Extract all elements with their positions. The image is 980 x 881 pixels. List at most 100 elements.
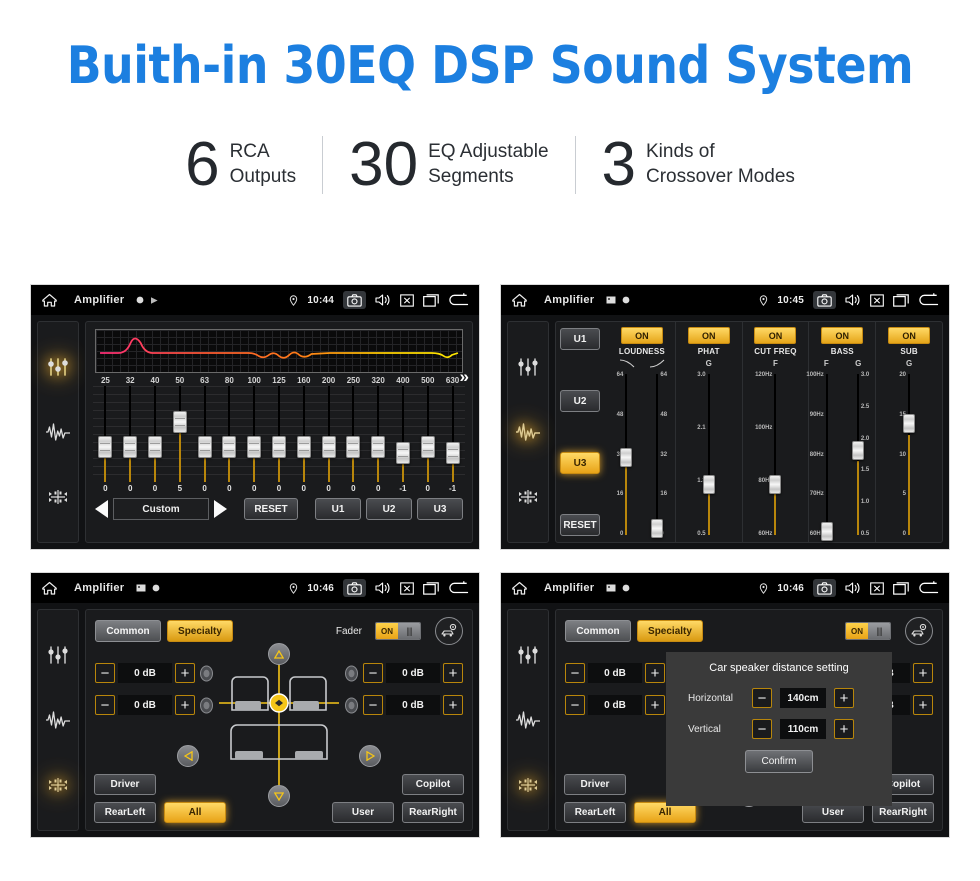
slider-knob[interactable] [620,447,633,467]
nav-up-button[interactable] [268,643,290,665]
car-settings-button[interactable] [905,617,933,645]
slider-knob[interactable] [346,435,361,458]
volume-icon[interactable] [845,581,861,595]
slider-knob[interactable] [420,435,435,458]
eq-slider[interactable] [266,386,292,482]
confirm-button[interactable]: Confirm [745,750,813,773]
recent-apps-icon[interactable] [423,581,439,595]
slider-knob[interactable] [271,435,286,458]
slider-knob[interactable] [769,474,782,494]
close-box-icon[interactable] [400,293,414,307]
camera-icon[interactable] [343,291,366,309]
sidebar-item-fader[interactable] [516,775,540,795]
preset-next-button[interactable] [214,500,227,518]
decrease-button[interactable]: − [363,663,383,683]
slider-knob[interactable] [172,410,187,433]
increase-button[interactable]: + [645,695,665,715]
decrease-button[interactable]: − [95,695,115,715]
toggle-on-button[interactable]: ON [687,327,730,344]
sidebar-item-equalizer[interactable] [47,357,69,377]
slider-knob[interactable] [395,441,410,464]
preset-u2-button[interactable]: U2 [366,498,412,520]
dsp-slider[interactable]: 120Hz 100Hz 80Hz 60Hz [755,370,791,539]
home-icon[interactable] [511,293,528,308]
eq-slider[interactable] [167,386,193,482]
fader-toggle[interactable]: ON |||| [845,622,891,640]
slider-knob[interactable] [123,435,138,458]
preset-rearleft-button[interactable]: RearLeft [564,802,626,823]
decrease-button[interactable]: − [565,663,585,683]
preset-u2-button[interactable]: U2 [560,390,600,412]
back-arrow-icon[interactable] [448,293,469,307]
slider-knob[interactable] [445,441,460,464]
increase-button[interactable]: + [834,719,854,739]
decrease-button[interactable]: − [752,719,772,739]
close-box-icon[interactable] [870,581,884,595]
home-icon[interactable] [41,293,58,308]
eq-slider[interactable] [93,386,118,482]
car-seat-diagram[interactable] [219,655,339,797]
eq-slider[interactable] [241,386,267,482]
increase-button[interactable]: + [913,663,933,683]
slider-knob[interactable] [247,435,262,458]
preset-copilot-button[interactable]: Copilot [402,774,464,795]
preset-u3-button[interactable]: U3 [417,498,463,520]
increase-button[interactable]: + [443,695,463,715]
sidebar-item-fader[interactable] [46,487,70,507]
decrease-button[interactable]: − [95,663,115,683]
eq-slider[interactable] [316,386,341,482]
volume-icon[interactable] [375,293,391,307]
eq-slider[interactable] [117,386,143,482]
sidebar-item-waveform[interactable] [515,423,541,441]
slider-knob[interactable] [296,435,311,458]
close-box-icon[interactable] [400,581,414,595]
camera-icon[interactable] [343,579,366,597]
eq-slider[interactable] [216,386,242,482]
preset-driver-button[interactable]: Driver [564,774,626,795]
sidebar-item-equalizer[interactable] [47,645,69,665]
recent-apps-icon[interactable] [893,581,909,595]
sidebar-item-waveform[interactable] [515,711,541,729]
slider-knob[interactable] [371,435,386,458]
dsp-slider[interactable]: 3.0 2.5 2.0 1.5 1.0 0.5 [842,370,873,539]
toggle-on-button[interactable]: ON [754,327,797,344]
toggle-on-button[interactable]: ON [888,327,931,344]
decrease-button[interactable]: − [363,695,383,715]
volume-icon[interactable] [375,581,391,595]
back-arrow-icon[interactable] [448,581,469,595]
dsp-slider[interactable]: 100Hz 90Hz 80Hz 70Hz 60Hz [806,370,842,542]
nav-down-button[interactable] [268,785,290,807]
sidebar-item-equalizer[interactable] [517,357,539,377]
tab-common[interactable]: Common [95,620,161,642]
back-arrow-icon[interactable] [918,581,939,595]
decrease-button[interactable]: − [565,695,585,715]
slider-knob[interactable] [147,435,162,458]
slider-knob[interactable] [903,413,916,433]
home-icon[interactable] [511,581,528,596]
increase-button[interactable]: + [645,663,665,683]
preset-u3-button[interactable]: U3 [560,452,600,474]
increase-button[interactable]: + [834,688,854,708]
preset-prev-button[interactable] [95,500,108,518]
slider-knob[interactable] [851,440,864,460]
eq-slider[interactable] [192,386,217,482]
recent-apps-icon[interactable] [893,293,909,307]
nav-right-button[interactable] [359,745,381,767]
volume-icon[interactable] [845,293,861,307]
preset-rearleft-button[interactable]: RearLeft [94,802,156,823]
toggle-on-button[interactable]: ON [620,327,663,344]
preset-u1-button[interactable]: U1 [315,498,361,520]
eq-slider[interactable] [440,386,465,482]
preset-all-button[interactable]: All [164,802,226,823]
slider-knob[interactable] [820,522,833,542]
eq-slider[interactable] [340,386,366,482]
dsp-slider[interactable]: 644832160 [642,370,673,539]
home-icon[interactable] [41,581,58,596]
increase-button[interactable]: + [175,663,195,683]
toggle-on-button[interactable]: ON [821,327,864,344]
nav-left-button[interactable] [177,745,199,767]
dsp-slider[interactable]: 20151050 [894,370,925,539]
dsp-slider[interactable]: 644832160 [611,370,642,539]
slider-knob[interactable] [98,435,113,458]
tab-specialty[interactable]: Specialty [637,620,703,642]
